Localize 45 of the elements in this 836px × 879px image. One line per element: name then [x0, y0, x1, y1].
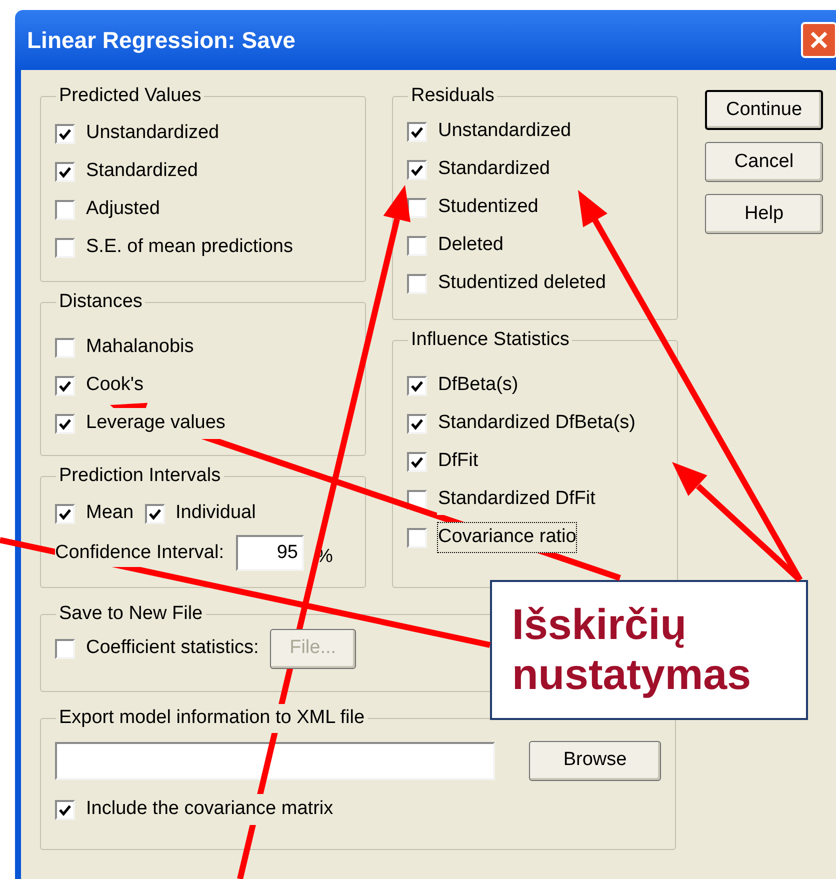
check-icon — [58, 416, 72, 430]
close-icon — [809, 30, 829, 50]
checkbox[interactable] — [407, 236, 427, 256]
check-icon — [58, 126, 72, 140]
dialog-button[interactable]: Continue — [705, 90, 823, 130]
check-icon — [58, 506, 72, 520]
checkbox-label: Leverage values — [85, 408, 226, 439]
check-icon — [410, 416, 424, 430]
checkbox[interactable] — [55, 800, 75, 820]
dialog-button[interactable]: Help — [705, 194, 823, 234]
checkbox[interactable] — [407, 414, 427, 434]
checkbox[interactable] — [55, 414, 75, 434]
checkbox[interactable] — [407, 198, 427, 218]
close-button[interactable] — [801, 22, 836, 58]
checkbox[interactable] — [55, 162, 75, 182]
checkbox[interactable] — [55, 338, 75, 358]
checkbox[interactable] — [407, 160, 427, 180]
checkbox[interactable] — [55, 200, 75, 220]
check-icon — [410, 124, 424, 138]
checkbox-label: Include the covariance matrix — [85, 794, 334, 825]
checkbox[interactable] — [407, 528, 427, 548]
checkbox[interactable] — [55, 124, 75, 144]
confidence-field[interactable]: 95 — [236, 534, 304, 571]
xml-file-field[interactable] — [55, 742, 495, 780]
checkbox[interactable] — [55, 504, 75, 524]
check-icon — [58, 378, 72, 392]
checkbox[interactable] — [407, 452, 427, 472]
check-icon — [58, 164, 72, 178]
checkbox-label: Covariance ratio — [437, 522, 578, 553]
check-icon — [148, 506, 162, 520]
checkbox[interactable] — [407, 274, 427, 294]
browse-button[interactable]: Browse — [529, 740, 661, 780]
checkbox[interactable] — [55, 376, 75, 396]
checkbox[interactable] — [55, 238, 75, 258]
check-icon — [410, 162, 424, 176]
callout-text: Išskirčių nustatymas — [512, 600, 752, 700]
check-icon — [410, 454, 424, 468]
checkbox[interactable] — [407, 376, 427, 396]
window-title: Linear Regression: Save — [27, 26, 296, 55]
check-icon — [410, 378, 424, 392]
dialog-button[interactable]: Cancel — [705, 142, 823, 182]
checkbox[interactable] — [55, 638, 75, 658]
checkbox[interactable] — [407, 122, 427, 142]
check-icon — [58, 802, 72, 816]
checkbox[interactable] — [144, 504, 165, 524]
